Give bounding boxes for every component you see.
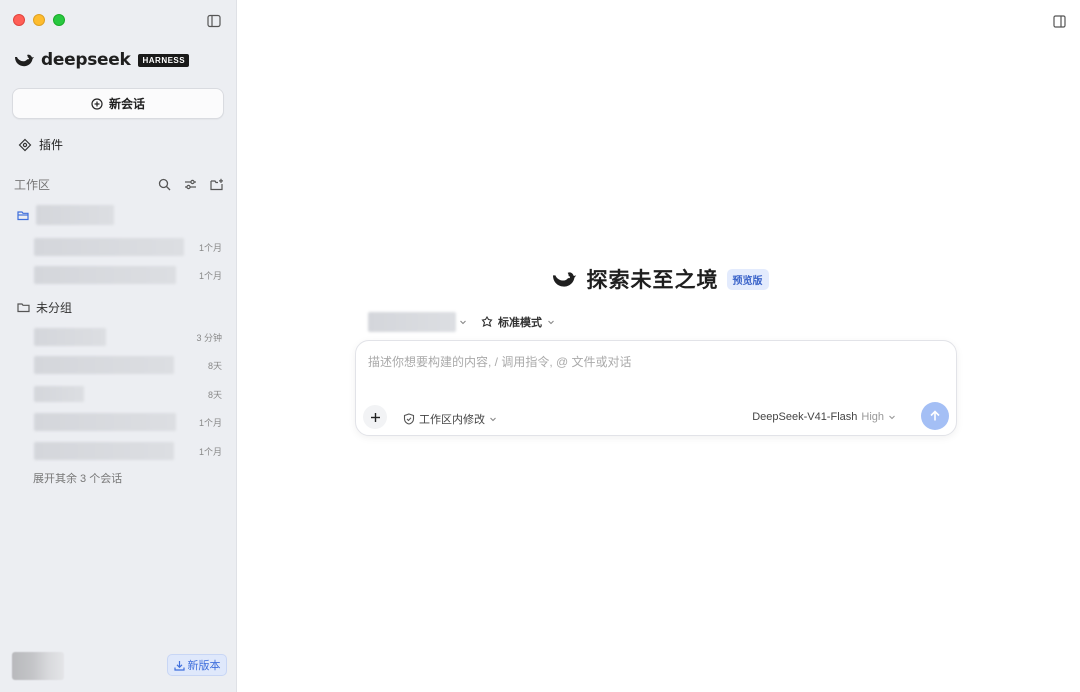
- edit-scope-label: 工作区内修改: [419, 414, 485, 426]
- hero: 探索未至之境 预览版: [237, 264, 1080, 294]
- whale-logo-icon: [552, 272, 576, 287]
- project-name-redacted: [368, 312, 456, 332]
- conversation-item[interactable]: 1个月: [34, 440, 222, 462]
- new-chat-button[interactable]: 新会话: [12, 88, 224, 119]
- conversation-item[interactable]: 3 分钟: [34, 326, 222, 348]
- sidebar-toggle-icon[interactable]: [206, 13, 222, 29]
- avatar[interactable]: [12, 652, 64, 680]
- shield-icon: [403, 413, 415, 425]
- conversation-time: 1个月: [198, 242, 222, 253]
- filter-icon[interactable]: [184, 178, 197, 191]
- conversation-item[interactable]: 1个月: [34, 264, 222, 286]
- window-controls: [13, 14, 65, 26]
- right-panel-toggle-icon[interactable]: [1051, 13, 1067, 29]
- composer-selectors: 标准模式: [368, 312, 555, 332]
- brand-badge: HARNESS: [138, 53, 190, 67]
- download-icon: [173, 660, 185, 671]
- send-button[interactable]: [921, 402, 949, 430]
- conversation-title-redacted: [34, 442, 174, 460]
- model-name: DeepSeek-V41-Flash: [752, 411, 858, 423]
- conversation-title-redacted: [34, 413, 176, 431]
- hero-title: 探索未至之境: [586, 269, 719, 292]
- sidebar: deepseek HARNESS 新会话 插件 工作区 1个月 1个月 未分组 …: [0, 0, 237, 692]
- arrow-up-icon: [930, 410, 940, 421]
- new-chat-icon: [91, 97, 103, 110]
- folder-open-icon: [17, 210, 29, 220]
- conversation-item[interactable]: 8天: [34, 354, 222, 376]
- conversation-time: 1个月: [198, 270, 222, 281]
- conversation-title-redacted: [34, 328, 106, 346]
- conversation-item[interactable]: 8天: [34, 383, 222, 405]
- edit-scope-select[interactable]: 工作区内修改: [403, 411, 497, 427]
- workspace-title: 工作区: [14, 178, 51, 192]
- workspace-tools: [158, 178, 224, 191]
- maximize-window-button[interactable]: [53, 14, 65, 26]
- preview-badge: 预览版: [726, 268, 769, 290]
- folder-item[interactable]: 未分组: [17, 299, 72, 316]
- chevron-down-icon: [490, 417, 496, 422]
- brand-logo: deepseek HARNESS: [13, 50, 190, 70]
- update-label: 新版本: [187, 660, 221, 672]
- new-folder-icon[interactable]: [210, 178, 224, 191]
- conversation-title-redacted: [34, 238, 184, 256]
- plus-icon: [370, 412, 380, 422]
- conversation-title-redacted: [34, 386, 84, 402]
- project-select[interactable]: [368, 312, 467, 332]
- add-attachment-button[interactable]: [363, 405, 387, 429]
- composer-input[interactable]: [368, 351, 938, 373]
- plugins-label: 插件: [39, 138, 64, 152]
- conversation-time: 8天: [207, 389, 222, 400]
- folder-icon: [17, 303, 30, 313]
- plugin-icon: [18, 138, 32, 151]
- conversation-time: 8天: [207, 360, 222, 371]
- conversation-title-redacted: [34, 356, 174, 374]
- composer: 工作区内修改 DeepSeek-V41-Flash High: [355, 340, 957, 436]
- folder-name: 未分组: [36, 301, 73, 315]
- plugins-item[interactable]: 插件: [18, 136, 63, 153]
- chevron-down-icon: [460, 320, 466, 325]
- close-window-button[interactable]: [13, 14, 25, 26]
- whale-logo-icon: [15, 54, 34, 67]
- model-select[interactable]: DeepSeek-V41-Flash High: [752, 411, 896, 423]
- main-area: 探索未至之境 预览版 标准模式 工作区内修改 DeepSeek-V41-Flas…: [237, 0, 1080, 692]
- expand-more-conversations[interactable]: 展开其余 3 个会话: [33, 470, 122, 486]
- chevron-down-icon: [889, 415, 895, 420]
- workspace-header: 工作区: [14, 176, 224, 193]
- conversation-item[interactable]: 1个月: [34, 236, 222, 258]
- folder-item[interactable]: [17, 205, 114, 225]
- brand-name: deepseek: [41, 50, 131, 70]
- chevron-down-icon: [548, 320, 554, 325]
- model-level: High: [861, 411, 884, 423]
- mode-label: 标准模式: [498, 317, 542, 329]
- mode-icon: [481, 316, 493, 327]
- new-chat-label: 新会话: [108, 97, 145, 111]
- conversation-time: 1个月: [198, 417, 222, 428]
- conversation-time: 3 分钟: [196, 332, 222, 343]
- conversation-title-redacted: [34, 266, 176, 284]
- mode-select[interactable]: 标准模式: [481, 314, 555, 330]
- folder-name-redacted: [36, 205, 114, 225]
- conversation-item[interactable]: 1个月: [34, 411, 222, 433]
- conversation-time: 1个月: [198, 446, 222, 457]
- update-button[interactable]: 新版本: [167, 654, 227, 676]
- search-icon[interactable]: [158, 178, 171, 191]
- minimize-window-button[interactable]: [33, 14, 45, 26]
